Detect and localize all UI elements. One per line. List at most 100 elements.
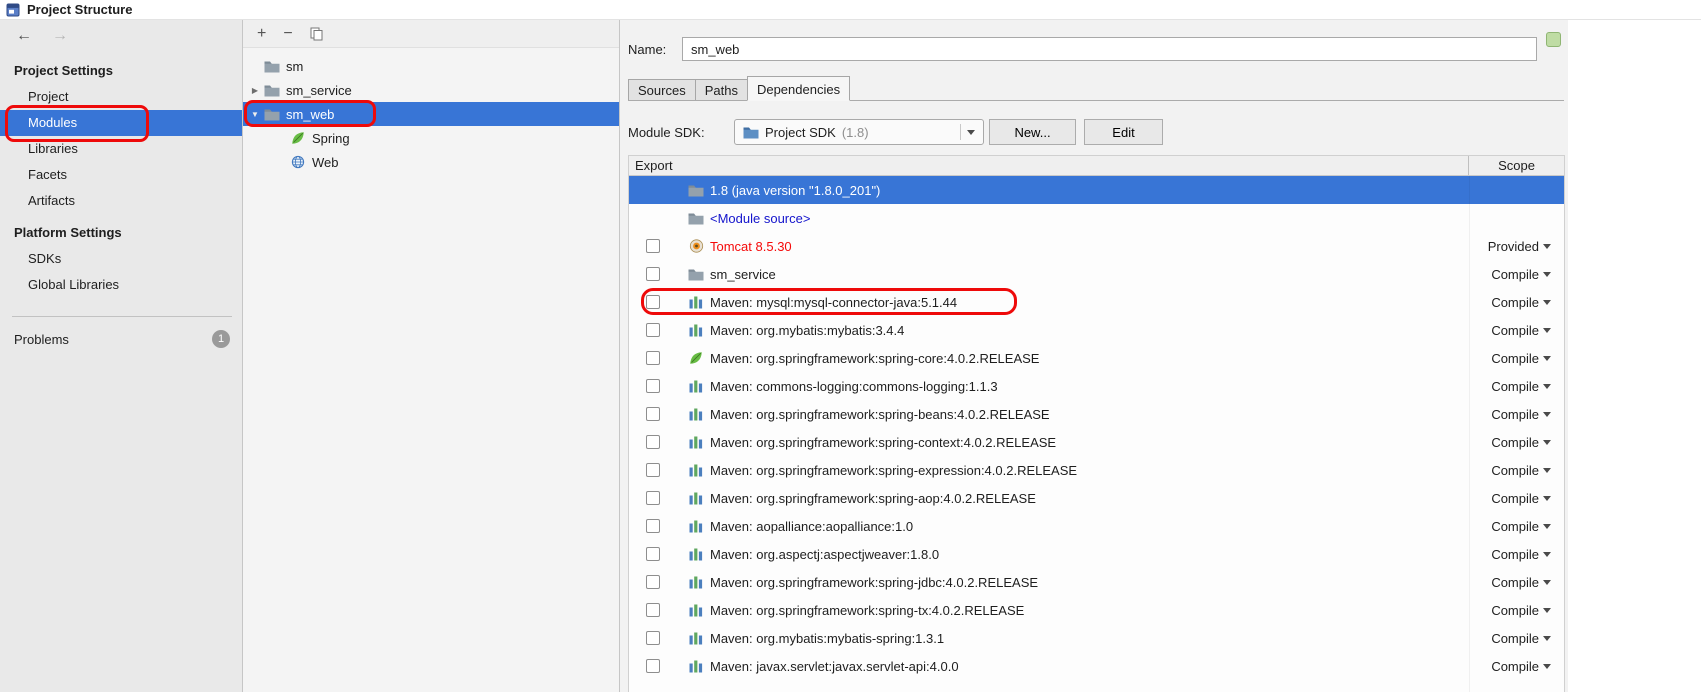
chevron-down-icon	[1543, 299, 1551, 305]
dependency-row[interactable]: Maven: org.mybatis:mybatis-spring:1.3.1 C…	[629, 624, 1564, 652]
scope-dropdown[interactable]: Compile	[1468, 624, 1564, 652]
export-checkbox[interactable]	[646, 239, 660, 253]
tree-item-web[interactable]: Web	[243, 150, 619, 174]
export-checkbox[interactable]	[646, 323, 660, 337]
scope-dropdown[interactable]: Compile	[1468, 316, 1564, 344]
dependency-row[interactable]: <Module source>	[629, 204, 1564, 232]
dependency-label: Maven: org.springframework:spring-aop:4.…	[710, 490, 1036, 506]
scope-value: Compile	[1491, 462, 1539, 478]
scope-dropdown[interactable]: Compile	[1468, 428, 1564, 456]
project-structure-dialog: Project Structure ← → Project Settings Pr…	[0, 0, 1701, 693]
sidebar-item-project[interactable]: Project	[0, 84, 242, 110]
chevron-down-icon	[967, 129, 975, 135]
scope-dropdown[interactable]: Compile	[1468, 288, 1564, 316]
tree-item-sm[interactable]: sm	[243, 54, 619, 78]
dependency-row[interactable]: Maven: org.springframework:spring-core:4…	[629, 344, 1564, 372]
export-column-header: Export	[635, 158, 673, 173]
dependency-row[interactable]: sm_service Compile	[629, 260, 1564, 288]
window-title: Project Structure	[27, 2, 133, 17]
module-name-input[interactable]	[682, 37, 1537, 61]
scope-value: Compile	[1491, 574, 1539, 590]
dependency-row[interactable]: Tomcat 8.5.30 Provided	[629, 232, 1564, 260]
dependency-row[interactable]: Maven: aopalliance:aopalliance:1.0 Compil…	[629, 512, 1564, 540]
back-arrow-icon[interactable]: ←	[16, 28, 32, 44]
folder-icon	[263, 84, 280, 97]
export-checkbox[interactable]	[646, 351, 660, 365]
scope-dropdown[interactable]: Compile	[1468, 260, 1564, 288]
dependency-row[interactable]: Maven: javax.servlet:javax.servlet-api:4…	[629, 652, 1564, 680]
section-header-platform-settings: Platform Settings	[14, 225, 122, 240]
export-checkbox[interactable]	[646, 491, 660, 505]
export-checkbox[interactable]	[646, 575, 660, 589]
export-checkbox[interactable]	[646, 379, 660, 393]
dependency-label: Maven: org.springframework:spring-tx:4.0…	[710, 602, 1025, 618]
dependency-row[interactable]: Maven: mysql:mysql-connector-java:5.1.44…	[629, 288, 1564, 316]
sidebar-item-sdks[interactable]: SDKs	[0, 246, 242, 272]
scope-dropdown[interactable]: Compile	[1468, 484, 1564, 512]
tab-dependencies[interactable]: Dependencies	[746, 76, 851, 101]
scope-dropdown[interactable]: Provided	[1468, 232, 1564, 260]
scope-dropdown[interactable]: Compile	[1468, 512, 1564, 540]
forward-arrow-icon[interactable]: →	[52, 28, 68, 44]
tab-paths[interactable]: Paths	[694, 79, 748, 100]
scope-dropdown[interactable]: Compile	[1468, 400, 1564, 428]
name-label: Name:	[628, 42, 667, 57]
dependency-row[interactable]: Maven: org.springframework:spring-expres…	[629, 456, 1564, 484]
export-checkbox[interactable]	[646, 659, 660, 673]
scope-dropdown[interactable]: Compile	[1468, 456, 1564, 484]
sidebar-item-modules[interactable]: Modules	[0, 105, 242, 142]
add-icon[interactable]: +	[257, 25, 266, 42]
dependency-row[interactable]: Maven: org.springframework:spring-tx:4.0…	[629, 596, 1564, 624]
dependency-row[interactable]: 1.8 (java version "1.8.0_201")	[629, 176, 1564, 204]
spring-icon	[289, 131, 306, 145]
scope-dropdown[interactable]: Compile	[1468, 372, 1564, 400]
export-checkbox[interactable]	[646, 267, 660, 281]
export-checkbox[interactable]	[646, 547, 660, 561]
scope-dropdown[interactable]: Compile	[1468, 568, 1564, 596]
export-checkbox[interactable]	[646, 407, 660, 421]
scope-dropdown[interactable]: Compile	[1468, 540, 1564, 568]
history-nav: ← →	[0, 20, 242, 52]
export-checkbox[interactable]	[646, 603, 660, 617]
chevron-right-icon[interactable]: ▶	[247, 86, 263, 95]
sidebar-item-problems[interactable]: Problems 1	[0, 317, 242, 361]
dependency-row[interactable]: Maven: commons-logging:commons-logging:1…	[629, 372, 1564, 400]
export-checkbox[interactable]	[646, 519, 660, 533]
chevron-down-icon[interactable]: ▼	[247, 110, 263, 119]
remove-icon[interactable]: −	[283, 25, 292, 42]
tab-sources[interactable]: Sources	[628, 79, 696, 100]
module-sdk-select[interactable]: Project SDK (1.8)	[734, 119, 984, 145]
scope-value: Compile	[1491, 658, 1539, 674]
dependency-row[interactable]: Maven: org.aspectj:aspectjweaver:1.8.0 Co…	[629, 540, 1564, 568]
export-checkbox[interactable]	[646, 463, 660, 477]
dependency-row[interactable]: Maven: org.springframework:spring-jdbc:4…	[629, 568, 1564, 596]
new-sdk-button[interactable]: New...	[989, 119, 1076, 145]
dependency-row[interactable]: Maven: org.mybatis:mybatis:3.4.4 Compile	[629, 316, 1564, 344]
sidebar-item-facets[interactable]: Facets	[0, 162, 242, 188]
tree-item-sm-service[interactable]: ▶ sm_service	[243, 78, 619, 102]
dependency-row[interactable]: Maven: org.springframework:spring-aop:4.…	[629, 484, 1564, 512]
dependency-label: Maven: org.springframework:spring-contex…	[710, 434, 1057, 450]
copy-icon[interactable]	[310, 27, 323, 41]
edit-sdk-button[interactable]: Edit	[1084, 119, 1163, 145]
folder-icon	[688, 212, 704, 225]
library-icon	[688, 604, 704, 617]
module-editor-panel: Name: Sources Paths Dependencies Module …	[620, 20, 1701, 692]
spring-icon	[688, 351, 704, 365]
sidebar-item-global-libraries[interactable]: Global Libraries	[0, 272, 242, 298]
dependency-row[interactable]: Maven: org.springframework:spring-beans:…	[629, 400, 1564, 428]
scope-dropdown[interactable]: Compile	[1468, 652, 1564, 680]
problems-label: Problems	[14, 331, 69, 347]
sidebar-item-libraries[interactable]: Libraries	[0, 136, 242, 162]
tree-item-sm-web[interactable]: ▼ sm_web	[243, 100, 619, 127]
export-checkbox[interactable]	[646, 631, 660, 645]
tree-item-spring[interactable]: Spring	[243, 126, 619, 150]
sidebar-item-artifacts[interactable]: Artifacts	[0, 188, 242, 214]
scope-dropdown[interactable]: Compile	[1468, 596, 1564, 624]
dependency-row[interactable]: Maven: org.springframework:spring-contex…	[629, 428, 1564, 456]
scope-dropdown[interactable]: Compile	[1468, 344, 1564, 372]
dependency-label: Maven: org.springframework:spring-expres…	[710, 462, 1078, 478]
export-checkbox[interactable]	[646, 295, 660, 309]
export-checkbox[interactable]	[646, 435, 660, 449]
green-square-icon	[1546, 32, 1561, 47]
